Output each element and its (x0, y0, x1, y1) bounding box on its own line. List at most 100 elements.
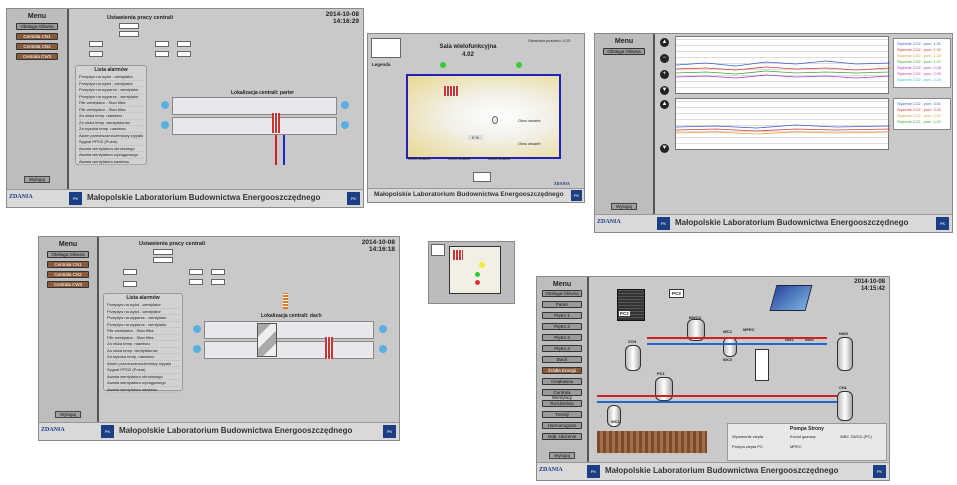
mini-sensor-yellow-icon (479, 262, 485, 268)
setting-field[interactable] (123, 281, 137, 287)
setting-field[interactable] (189, 269, 203, 275)
airflow-arrow-icon (379, 345, 387, 353)
window-label: Okno otwarte (448, 157, 471, 161)
menu-title: Menu (614, 38, 634, 45)
co2-lines-2 (675, 124, 891, 135)
menu-item-ventilation[interactable]: Centrala Wentylacji (542, 389, 582, 400)
pipe-red (597, 395, 837, 397)
pk-logo: PK (873, 465, 886, 478)
airflow-arrow-icon (161, 101, 169, 109)
setting-field[interactable] (89, 41, 103, 47)
menu-item-cn1[interactable]: Centrala CN1 (47, 261, 89, 268)
wc1-label: WC1 (611, 419, 620, 424)
menu-item-main[interactable]: Obsługa Główna (542, 290, 582, 297)
menu-item-switchboard[interactable]: Rozdzielnia (542, 400, 582, 407)
bottom-item: Pompa ciepła PC (732, 444, 763, 449)
setting-field[interactable] (189, 279, 203, 285)
mini-sensor-red-icon (475, 280, 480, 285)
menu-item-energy[interactable]: Źródła Energii (542, 367, 582, 374)
menu-item-dach[interactable]: Dach (542, 356, 582, 363)
menu-item-main[interactable]: Obsługa Główna (16, 23, 58, 30)
zdania-logo: ZDANIA (597, 219, 621, 225)
setting-field[interactable] (123, 269, 137, 275)
setting-field[interactable] (155, 41, 169, 47)
arrow-buttons[interactable] (473, 172, 491, 182)
zdania-logo: ZDANIA (554, 181, 570, 186)
co2-lines-1 (675, 60, 891, 79)
menu-item-main[interactable]: Obsługa Główna (47, 251, 89, 258)
menu-item-cn2[interactable]: Centrala CN2 (16, 43, 58, 50)
footer-title: Małopolskie Laboratorium Budownictwa Ene… (374, 191, 564, 198)
menu-item-heating[interactable]: Ciepłownia (542, 378, 582, 385)
pc2-label: PC2 (619, 311, 630, 316)
menu-item-cw3[interactable]: Centrala CW3 (47, 281, 89, 288)
clock: 2014-10-08 14:16:29 (326, 11, 359, 25)
setting-field[interactable] (153, 249, 173, 255)
pk-logo: PK (587, 465, 600, 478)
legend-box[interactable] (371, 38, 401, 58)
menu-item-parter[interactable]: Parter (542, 301, 582, 308)
mpec-label: MPEC (743, 327, 755, 332)
window-label: Okno otwarte (488, 157, 511, 161)
panel-mini-room (428, 241, 515, 304)
room-floor (406, 74, 561, 159)
setting-field[interactable] (155, 51, 169, 57)
scroll-down-icon[interactable]: ▼ (660, 144, 669, 153)
footer: ZDANIA Małopolskie Laboratorium Budownic… (368, 181, 584, 202)
menu-item-floor3[interactable]: Piętro 3 (542, 334, 582, 341)
zoom-in-icon[interactable]: + (660, 70, 669, 79)
airflow-arrow-icon (341, 121, 349, 129)
menu-item-layout[interactable]: Odp. Ułożenie (542, 433, 582, 440)
logout-button[interactable]: Wyloguj (24, 176, 50, 183)
alarms-title: Lista alarmów (126, 295, 160, 301)
alarm-item: Awaria wentylatora nawiewu (79, 159, 143, 165)
footer: ZDANIA PK Małopolskie Laboratorium Budow… (7, 189, 363, 207)
pk-logo: PK (347, 192, 360, 205)
sidebar: Menu Obsługa Główna Centrala CN1 Central… (39, 237, 99, 422)
pk-logo: PK (383, 425, 396, 438)
setting-field[interactable] (89, 51, 103, 57)
scroll-up-icon[interactable]: ▲ (660, 100, 669, 109)
setting-field[interactable] (119, 31, 139, 37)
date-label: 2014-10-08 (854, 279, 885, 285)
setting-field[interactable] (211, 269, 225, 275)
menu-item-trends[interactable]: Trendy (542, 411, 582, 418)
scroll-down-icon[interactable]: ▼ (660, 86, 669, 95)
zdania-logo: ZDANIA (41, 427, 65, 433)
clock: 2014-10-08 14:16:18 (362, 239, 395, 253)
menu-item-floor4[interactable]: Piętro 4 (542, 345, 582, 352)
bottom-title: Pompa Strony (790, 426, 824, 432)
alarm-item: Awaria wentylatora nawiewu (107, 387, 179, 393)
info-label: Generator poziomu: 4.23 (528, 39, 571, 43)
menu-item-cn2[interactable]: Centrala CN2 (47, 271, 89, 278)
chl-label: CHL (839, 385, 848, 390)
room-number: 4.02 (462, 52, 474, 58)
legend-label: Legenda (372, 62, 391, 67)
scroll-up-icon[interactable]: ▲ (660, 38, 669, 47)
logout-button[interactable]: Wyloguj (549, 452, 575, 459)
logout-button[interactable]: Wyloguj (611, 203, 637, 210)
menu-item-schedule[interactable]: Harmonogram (542, 422, 582, 429)
menu-item-floor2[interactable]: Piętro 2 (542, 323, 582, 330)
setting-field[interactable] (177, 41, 191, 47)
logout-button[interactable]: Wyloguj (55, 411, 81, 418)
footer-title: Małopolskie Laboratorium Budownictwa Ene… (87, 193, 321, 202)
footer-title: Małopolskie Laboratorium Budownictwa Ene… (119, 426, 353, 435)
setting-field[interactable] (177, 51, 191, 57)
setting-field[interactable] (119, 23, 139, 29)
setting-field[interactable] (211, 279, 225, 285)
menu-item-main[interactable]: Obsługa Główna (603, 48, 645, 55)
view-title: Lokalizacja centrali: dach (261, 313, 322, 319)
ahu-duct-top (172, 97, 337, 115)
ground-loop (597, 431, 707, 453)
menu-item-cn1[interactable]: Centrala CN1 (16, 33, 58, 40)
zoom-out-icon[interactable]: − (660, 54, 669, 63)
menu-item-floor1[interactable]: Piętro 1 (542, 312, 582, 319)
setting-field[interactable] (153, 257, 173, 263)
wc2-label: WC2 (723, 329, 732, 334)
bottom-item: MPEC (790, 444, 802, 449)
sidebar: Menu Obsługa Główna Wyloguj (595, 34, 655, 214)
room-title: Sala wielofunkcyjna (439, 44, 497, 50)
time-label: 14:16:29 (332, 18, 359, 26)
menu-item-cw3[interactable]: Centrala CW3 (16, 53, 58, 60)
